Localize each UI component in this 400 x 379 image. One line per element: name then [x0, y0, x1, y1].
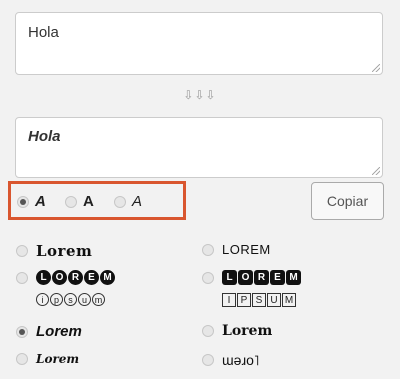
font-sample: L O R E M — [222, 270, 301, 285]
circled-letter: O — [52, 270, 67, 285]
resize-grip-icon[interactable] — [372, 167, 380, 175]
squared-letter: R — [254, 270, 269, 285]
copy-button[interactable]: Copiar — [311, 182, 384, 220]
radio-button[interactable] — [202, 271, 214, 284]
output-textarea[interactable]: Hola — [15, 117, 383, 178]
font-sample: I P S U M — [222, 293, 296, 307]
font-option-fraktur-bold[interactable]: Lorem — [202, 323, 272, 339]
down-arrows-icon: ⇩⇩⇩ — [183, 88, 217, 102]
font-sample: L O R E M — [36, 270, 115, 285]
radio-button[interactable] — [202, 243, 214, 256]
circled-letter: M — [100, 270, 115, 285]
circled-letter: R — [68, 270, 83, 285]
input-textarea[interactable]: Hola — [15, 12, 383, 75]
font-sample: i p s u m — [36, 293, 105, 306]
resize-grip-icon[interactable] — [372, 64, 380, 72]
style-option-label: A — [83, 193, 94, 210]
squared-letter: L — [222, 270, 237, 285]
squared-letter: O — [238, 270, 253, 285]
squared-letter: S — [252, 293, 266, 307]
squared-letter: M — [282, 293, 296, 307]
font-option-caps[interactable]: LOREM — [202, 242, 271, 257]
squared-letter: U — [267, 293, 281, 307]
style-option-bold[interactable]: A — [65, 193, 94, 210]
circled-letter: p — [50, 293, 63, 306]
font-option-squared-bold[interactable]: L O R E M — [202, 270, 301, 285]
font-option-flipped[interactable]: ɯǝɹo˥ — [202, 352, 259, 368]
font-sample: Lorem — [36, 323, 82, 340]
circled-letter: i — [36, 293, 49, 306]
font-sample: LOREM — [222, 242, 271, 257]
circled-letter: u — [78, 293, 91, 306]
style-option-italic[interactable]: A — [114, 193, 142, 210]
circled-letter: E — [84, 270, 99, 285]
radio-button[interactable] — [17, 195, 29, 208]
font-sample: Lorem — [222, 323, 273, 339]
radio-button[interactable] — [16, 271, 28, 284]
radio-button[interactable] — [16, 325, 28, 338]
font-sample-squared-light: I P S U M — [222, 293, 296, 307]
input-text: Hola — [28, 24, 59, 41]
style-option-label: A — [132, 193, 143, 210]
font-sample: Lorem — [36, 242, 93, 260]
font-sample: ɯǝɹo˥ — [222, 352, 260, 368]
radio-button[interactable] — [16, 245, 28, 257]
font-sample: Lorem — [36, 352, 80, 366]
page: Hola ⇩⇩⇩ Hola A A A Copiar Lorem L O R E… — [0, 0, 400, 379]
circled-letter: m — [92, 293, 105, 306]
squared-letter: E — [270, 270, 285, 285]
style-option-label: A — [35, 193, 46, 210]
squared-letter: M — [286, 270, 301, 285]
output-text: Hola — [28, 128, 61, 145]
style-options-highlight: A A A — [8, 181, 186, 220]
radio-button[interactable] — [202, 325, 214, 337]
font-option-circled-bold[interactable]: L O R E M — [16, 270, 115, 285]
radio-button[interactable] — [65, 195, 77, 208]
style-option-bold-italic[interactable]: A — [17, 193, 46, 210]
squared-letter: P — [237, 293, 251, 307]
circled-letter: s — [64, 293, 77, 306]
font-option-blackletter[interactable]: Lorem — [16, 242, 92, 260]
radio-button[interactable] — [202, 354, 214, 366]
font-sample-circled-light: i p s u m — [36, 293, 105, 306]
circled-letter: L — [36, 270, 51, 285]
font-option-bold-italic[interactable]: Lorem — [16, 323, 82, 340]
radio-button[interactable] — [16, 353, 28, 365]
radio-button[interactable] — [114, 195, 126, 208]
font-option-script[interactable]: Lorem — [16, 352, 79, 366]
squared-letter: I — [222, 293, 236, 307]
